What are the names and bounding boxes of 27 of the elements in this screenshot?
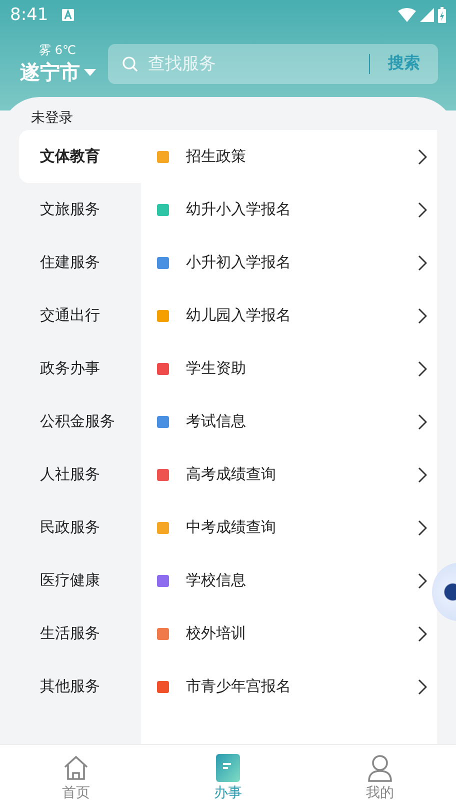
service-item[interactable]: 市青少年宫报名 bbox=[186, 677, 418, 696]
category-tab[interactable]: 其他服务 bbox=[19, 660, 141, 713]
service-item[interactable]: 考试信息 bbox=[186, 412, 418, 431]
category-tab[interactable]: 生活服务 bbox=[19, 607, 141, 660]
category-tab[interactable]: 民政服务 bbox=[19, 501, 141, 554]
service-item[interactable]: 学生资助 bbox=[186, 359, 418, 378]
category-tab[interactable]: 人社服务 bbox=[19, 448, 141, 501]
login-status: 未登录 bbox=[30, 109, 74, 128]
category-tab[interactable]: 文体教育 bbox=[19, 130, 141, 183]
nav-tab[interactable]: 我的 bbox=[304, 745, 456, 810]
status-time: 8:41 bbox=[10, 5, 48, 25]
service-item[interactable]: 校外培训 bbox=[186, 624, 418, 643]
service-item[interactable]: 幼升小入学报名 bbox=[186, 200, 418, 219]
category-tab[interactable]: 交通出行 bbox=[19, 289, 141, 342]
service-item[interactable]: 高考成绩查询 bbox=[186, 465, 418, 484]
service-item[interactable]: 中考成绩查询 bbox=[186, 518, 418, 537]
service-item[interactable]: 幼儿园入学报名 bbox=[186, 306, 418, 325]
service-item[interactable]: 学校信息 bbox=[186, 571, 418, 590]
category-tab[interactable]: 医疗健康 bbox=[19, 554, 141, 607]
category-tab[interactable]: 住建服务 bbox=[19, 236, 141, 289]
category-tab[interactable]: 文旅服务 bbox=[19, 183, 141, 236]
service-item[interactable]: 招生政策 bbox=[186, 147, 418, 166]
service-item[interactable]: 小升初入学报名 bbox=[186, 253, 418, 272]
category-tab[interactable]: 政务办事 bbox=[19, 342, 141, 395]
category-tab[interactable]: 公积金服务 bbox=[19, 395, 141, 448]
weather-text: 雾 6℃ bbox=[39, 42, 76, 58]
nav-tab[interactable]: 首页 bbox=[0, 745, 152, 810]
